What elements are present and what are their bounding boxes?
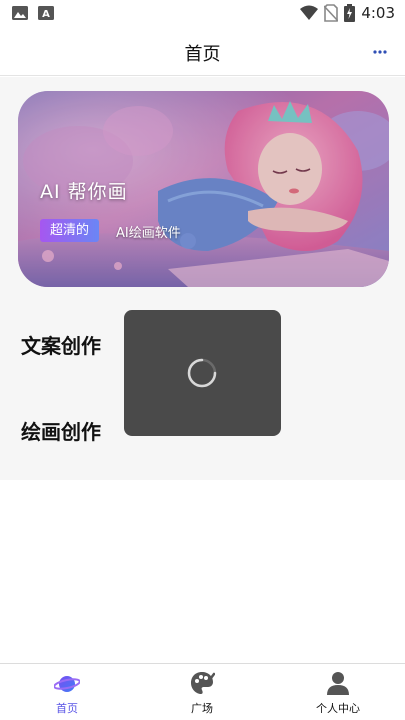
banner-title: AI 帮你画 [40,181,128,203]
loading-spinner-icon [187,358,217,388]
page-title: 首页 [184,44,221,65]
status-bar: A 4:03 [0,0,405,28]
nav-item-profile[interactable]: 个人中心 [293,670,383,716]
app-header: 首页 [0,28,405,76]
palette-icon [191,672,215,694]
copywriting-entry[interactable]: 文案创作 [21,330,101,359]
nav-item-home[interactable]: 首页 [22,670,112,716]
text-icon: A [38,6,54,20]
person-icon [327,672,349,695]
no-sim-icon [324,4,339,22]
nav-label-profile: 个人中心 [316,702,360,715]
main-content: AI 帮你画 超清的 AI绘画软件 文案创作 绘画创作 [0,77,405,480]
svg-text:A: A [42,9,50,20]
banner-subtitle: AI绘画软件 [116,226,181,241]
ai-drawing-banner[interactable]: AI 帮你画 超清的 AI绘画软件 [18,91,389,287]
battery-icon [344,4,356,22]
planet-icon [54,676,80,692]
ellipsis-icon[interactable] [369,42,391,62]
status-time: 4:03 [361,4,395,22]
wifi-icon [300,5,319,20]
nav-item-square[interactable]: 广场 [157,670,247,716]
nav-label-home: 首页 [56,702,78,715]
bottom-nav: 首页 广场 个人中心 [0,663,405,720]
image-icon [12,6,28,20]
nav-label-square: 广场 [191,702,213,715]
drawing-entry[interactable]: 绘画创作 [21,416,101,445]
loading-overlay [124,310,281,436]
banner-tag: 超清的 [40,219,100,242]
